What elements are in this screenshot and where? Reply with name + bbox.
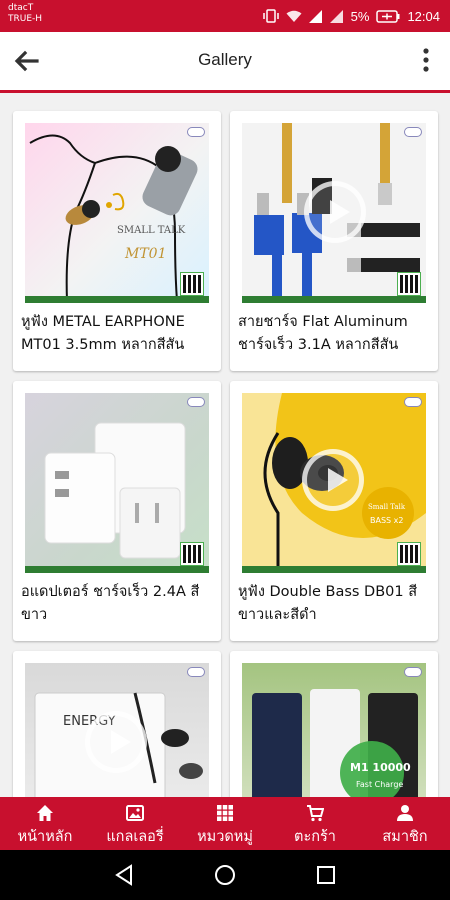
qr-code [180, 542, 204, 566]
qr-code [397, 272, 421, 296]
user-icon [397, 805, 413, 821]
status-icons: 5% 12:04 [262, 8, 440, 24]
svg-text:BASS x2: BASS x2 [370, 516, 403, 525]
gallery-card[interactable]: ENERGY [13, 651, 221, 797]
brand-logo [187, 667, 205, 677]
product-caption: หูฟัง METAL EARPHONE MT01 3.5mm หลากสีสั… [21, 314, 185, 353]
gallery-card[interactable]: Small Talk BASS x2 หูฟัง Double Bass DB0… [230, 381, 438, 641]
home-icon [37, 805, 53, 821]
system-navigation-bar [0, 850, 450, 900]
svg-text:Fast Charge: Fast Charge [356, 780, 403, 789]
brand-logo [187, 397, 205, 407]
carrier-primary: dtacT [8, 3, 34, 13]
grid-icon [217, 805, 233, 821]
play-video-icon[interactable] [85, 711, 147, 773]
product-thumbnail: SMALL TALK MT01 [25, 123, 209, 303]
brand-logo [404, 127, 422, 137]
nav-label: ตะกร้า [294, 829, 336, 845]
gallery-grid[interactable]: SMALL TALK MT01 หูฟัง METAL EARPHONE MT0… [0, 93, 450, 797]
product-caption: อแดปเตอร์ ชาร์จเร็ว 2.4A สีขาว [21, 584, 200, 623]
nav-item-cart[interactable]: ตะกร้า [270, 797, 360, 850]
carrier-secondary: TRUE-H [8, 14, 43, 24]
powerbank-image: M1 10000 Fast Charge [252, 689, 418, 797]
product-caption: สายชาร์จ Flat Aluminum ชาร์จเร็ว 3.1A หล… [238, 314, 408, 353]
vibrate-icon [262, 9, 279, 23]
cart-icon [307, 805, 324, 822]
svg-text:M1 10000: M1 10000 [350, 761, 411, 774]
svg-text:SMALL TALK: SMALL TALK [117, 225, 186, 236]
wifi-icon [286, 10, 302, 23]
product-thumbnail: Small Talk BASS x2 [242, 393, 426, 573]
nav-item-gallery[interactable]: แกลเลอรี่ [90, 797, 180, 850]
play-video-icon[interactable] [304, 181, 366, 243]
promo-strip [25, 296, 209, 303]
signal-icon-secondary [329, 9, 344, 23]
gallery-icon [126, 805, 144, 821]
product-thumbnail: M1 10000 Fast Charge [242, 663, 426, 797]
gallery-card[interactable]: อแดปเตอร์ ชาร์จเร็ว 2.4A สีขาว [13, 381, 221, 641]
nav-item-categories[interactable]: หมวดหมู่ [180, 797, 270, 850]
product-thumbnail [25, 393, 209, 573]
product-caption: หูฟัง Double Bass DB01 สีขาวและสีดำ [238, 584, 418, 623]
svg-text:Small Talk: Small Talk [368, 503, 406, 511]
brand-logo [187, 127, 205, 137]
nav-label: แกลเลอรี่ [106, 829, 164, 845]
gallery-card[interactable]: SMALL TALK MT01 หูฟัง METAL EARPHONE MT0… [13, 111, 221, 371]
page-title: Gallery [198, 50, 252, 69]
promo-strip [25, 566, 209, 573]
nav-item-member[interactable]: สมาชิก [360, 797, 450, 850]
more-vertical-icon[interactable] [422, 47, 430, 73]
recents-square-icon[interactable] [315, 864, 337, 886]
nav-label: หน้าหลัก [17, 829, 73, 845]
product-thumbnail: ENERGY [25, 663, 209, 797]
qr-code [180, 272, 204, 296]
clock: 12:04 [407, 8, 440, 24]
product-thumbnail [242, 123, 426, 303]
nav-label: หมวดหมู่ [197, 829, 253, 845]
app-bar: Gallery [0, 32, 450, 90]
nav-item-home[interactable]: หน้าหลัก [0, 797, 90, 850]
gallery-card[interactable]: M1 10000 Fast Charge [230, 651, 438, 797]
home-circle-icon[interactable] [214, 864, 236, 886]
brand-logo [404, 397, 422, 407]
brand-logo [404, 667, 422, 677]
bottom-navigation: หน้าหลัก แกลเลอรี่ หมวดหมู่ ตะกร้า สมาชิ… [0, 797, 450, 850]
battery-percent: 5% [350, 8, 370, 24]
status-bar: dtacT TRUE-H 5% 12:04 [0, 0, 450, 32]
svg-text:MT01: MT01 [124, 246, 167, 262]
promo-strip [242, 566, 426, 573]
promo-strip [242, 296, 426, 303]
signal-icon [308, 9, 323, 23]
back-triangle-icon[interactable] [113, 864, 135, 886]
gallery-card[interactable]: สายชาร์จ Flat Aluminum ชาร์จเร็ว 3.1A หล… [230, 111, 438, 371]
play-video-icon[interactable] [302, 449, 364, 511]
qr-code [397, 542, 421, 566]
carrier-label: dtacT TRUE-H [8, 3, 42, 25]
battery-icon [376, 9, 400, 23]
nav-label: สมาชิก [382, 829, 428, 845]
